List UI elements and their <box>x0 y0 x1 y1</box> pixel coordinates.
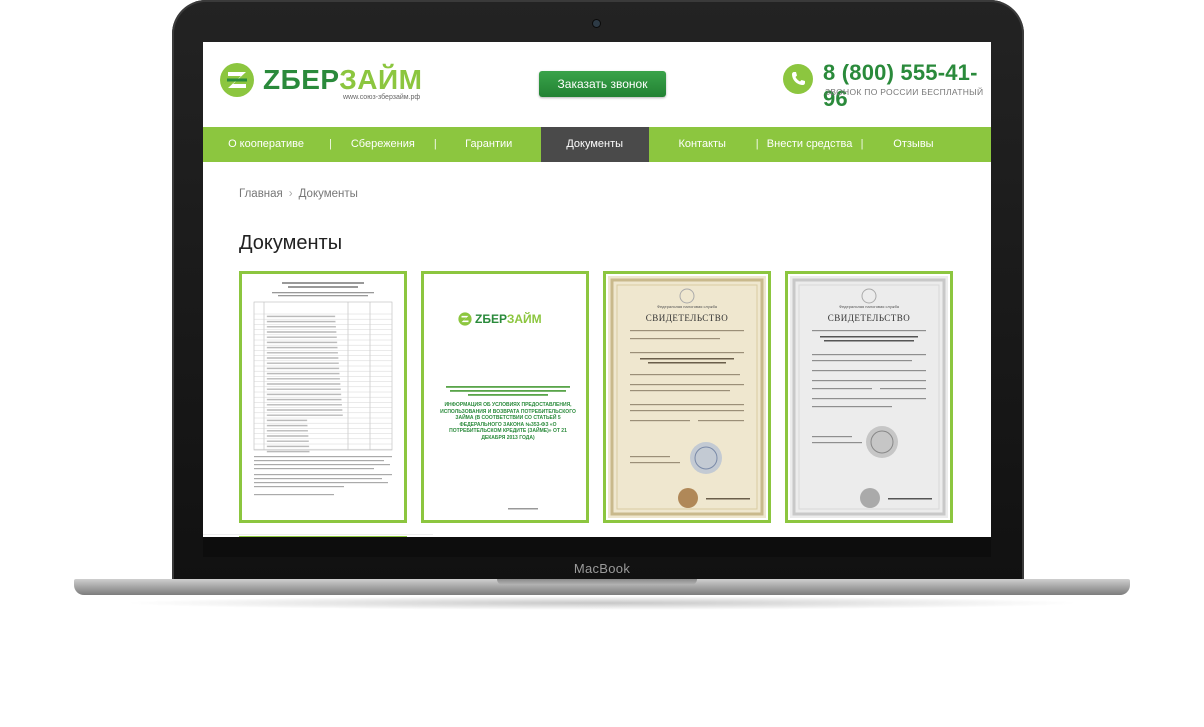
site-logo[interactable]: ZБЕРЗАЙМ <box>219 62 422 98</box>
website-screen: ZБЕРЗАЙМ www.союз-зберзайм.рф Заказать з… <box>203 42 991 537</box>
logo-text: ZБЕРЗАЙМ <box>263 64 423 95</box>
certificate-preview-grey: Федеральная налоговая служба СВИДЕТЕЛЬСТ… <box>790 276 948 518</box>
divider <box>203 534 433 535</box>
table-document-preview <box>242 274 404 520</box>
phone-number[interactable]: 8 (800) 555-41-96 <box>823 60 991 112</box>
document-thumbnail[interactable]: Федеральная налоговая служба СВИДЕТЕЛЬСТ… <box>785 271 953 523</box>
nav-separator: | <box>329 138 332 150</box>
phone-icon <box>783 64 813 94</box>
certificate-preview-beige: Федеральная налоговая служба СВИДЕТЕЛЬСТ… <box>608 276 766 518</box>
certificate-title: СВИДЕТЕЛЬСТВО <box>827 313 911 323</box>
nav-item-reviews[interactable]: Отзывы <box>863 127 963 162</box>
screen-bezel <box>203 537 991 557</box>
nav-item-guarantees[interactable]: Гарантии <box>437 127 541 162</box>
nav-item-savings[interactable]: Сбережения <box>332 127 434 162</box>
next-row-hint <box>239 536 407 537</box>
nav-item-about[interactable]: О кооперативе <box>203 127 329 162</box>
certificate-title: СВИДЕТЕЛЬСТВО <box>645 313 729 323</box>
document-thumbnail[interactable] <box>239 271 407 523</box>
site-header: ZБЕРЗАЙМ www.союз-зберзайм.рф Заказать з… <box>203 42 991 127</box>
document-thumbnail[interactable]: ZБЕРЗАЙМ ИНФОРМАЦИЯ ОБ УСЛОВИЯХ ПРЕДОСТА… <box>421 271 589 523</box>
phone-note: ЗВОНОК ПО РОССИИ БЕСПЛАТНЫЙ <box>825 87 984 97</box>
laptop-notch <box>497 579 697 585</box>
document-thumbnail[interactable]: Федеральная налоговая служба СВИДЕТЕЛЬСТ… <box>603 271 771 523</box>
camera-icon <box>593 20 600 27</box>
main-nav: О кооперативе | Сбережения | Гарантии До… <box>203 127 991 162</box>
logo-url: www.союз-зберзайм.рф <box>343 94 421 101</box>
page-title: Документы <box>239 232 343 254</box>
nav-item-contacts[interactable]: Контакты <box>649 127 756 162</box>
cover-text-lines <box>446 386 570 510</box>
laptop-shadow <box>120 596 1084 610</box>
doc-info-text: ИНФОРМАЦИЯ ОБ УСЛОВИЯХ ПРЕДОСТАВЛЕНИЯ, И… <box>440 402 576 441</box>
breadcrumb-separator: › <box>288 188 293 200</box>
breadcrumb-home[interactable]: Главная <box>239 188 283 200</box>
breadcrumb-current: Документы <box>298 188 358 200</box>
nav-item-deposit[interactable]: Внести средства <box>759 127 861 162</box>
documents-grid: ZБЕРЗАЙМ ИНФОРМАЦИЯ ОБ УСЛОВИЯХ ПРЕДОСТА… <box>239 271 955 523</box>
nav-item-documents[interactable]: Документы <box>540 127 649 162</box>
cover-document-preview: ZБЕРЗАЙМ ИНФОРМАЦИЯ ОБ УСЛОВИЯХ ПРЕДОСТА… <box>428 278 582 516</box>
order-call-button[interactable]: Заказать звонок <box>539 71 666 97</box>
logo-z-icon <box>220 63 254 97</box>
breadcrumb: Главная › Документы <box>239 188 358 200</box>
nav-separator: | <box>433 138 437 150</box>
nav-separator: | <box>860 138 864 150</box>
laptop-brand-label: MacBook <box>573 561 631 576</box>
nav-separator: | <box>755 138 759 150</box>
